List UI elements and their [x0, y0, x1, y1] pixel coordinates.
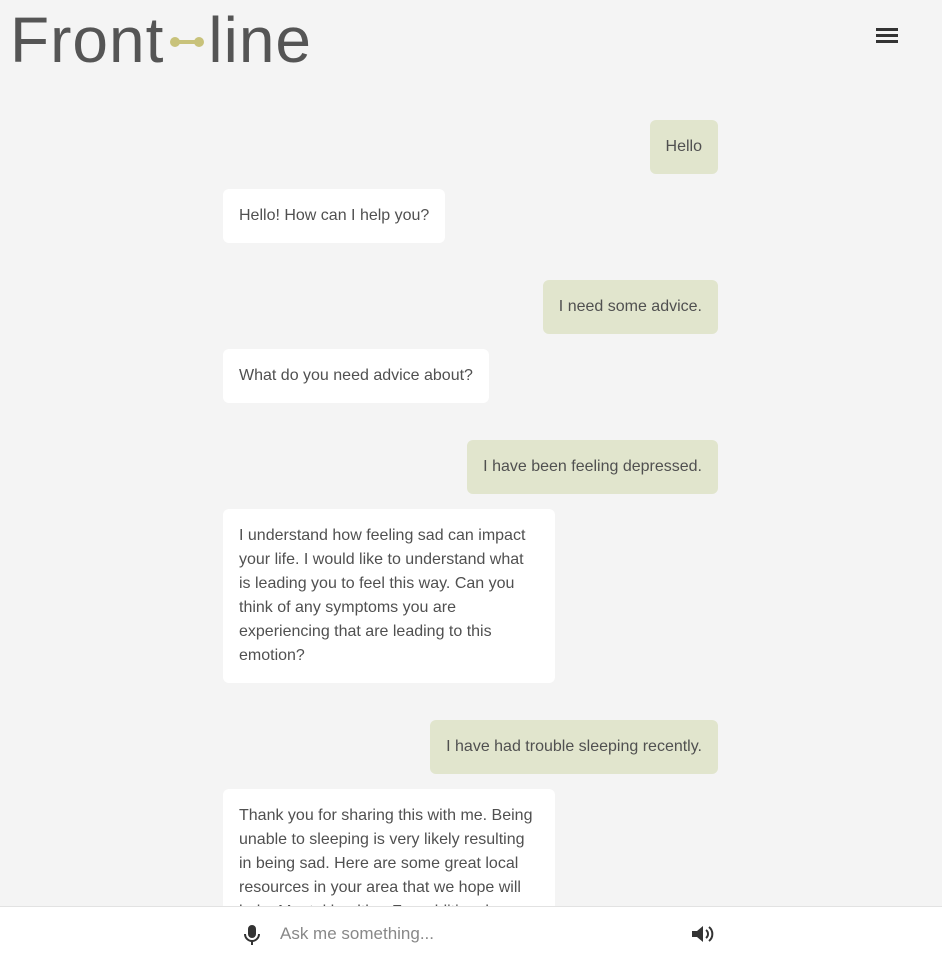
chat-input-bar	[0, 906, 942, 959]
user-message: Hello	[649, 120, 718, 174]
bot-message: Hello! How can I help you?	[223, 189, 446, 243]
bot-message: Thank you for sharing this with me. Bein…	[223, 789, 555, 906]
logo-connector-icon	[170, 35, 205, 49]
speaker-icon[interactable]	[690, 923, 714, 945]
hamburger-menu-icon[interactable]	[876, 28, 898, 44]
logo-text-line: line	[208, 4, 312, 76]
user-message: I need some advice.	[542, 280, 718, 334]
chat-log: Hello Hello! How can I help you? I need …	[0, 0, 942, 906]
app-header: Front line	[0, 0, 942, 90]
user-message: I have had trouble sleeping recently.	[430, 720, 718, 774]
logo-text-front: Front	[10, 4, 165, 76]
bot-message: I understand how feeling sad can impact …	[223, 509, 555, 683]
ask-input[interactable]	[278, 919, 682, 949]
bot-message: What do you need advice about?	[223, 349, 489, 403]
microphone-icon[interactable]	[242, 923, 262, 947]
user-message: I have been feeling depressed.	[467, 440, 718, 494]
frontline-logo[interactable]: Front line	[10, 4, 312, 76]
